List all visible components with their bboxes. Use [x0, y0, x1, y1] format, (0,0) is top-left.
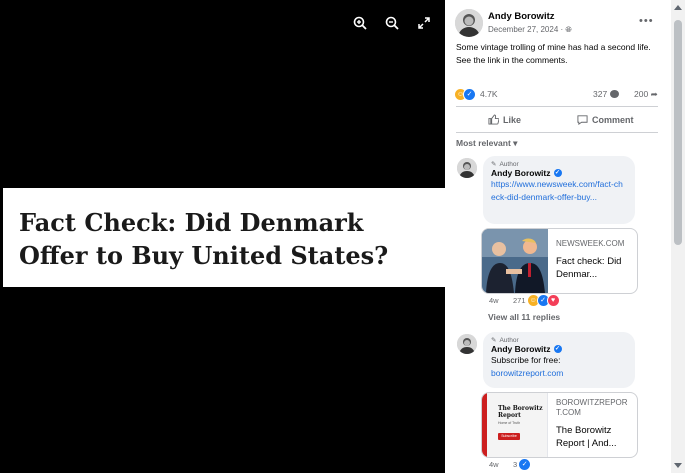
fullscreen-icon[interactable]	[415, 14, 433, 32]
commenter-avatar[interactable]	[457, 158, 477, 178]
author-avatar[interactable]	[455, 9, 483, 37]
comment-bubble: ✎ Author Andy Borowitz ✓ https://www.newsw…	[483, 156, 635, 224]
zoom-out-icon[interactable]	[383, 14, 401, 32]
link-domain: BOROWITZREPORT.COM	[556, 398, 628, 417]
link-preview-card[interactable]: The Borowitz Report Home of Truth Subscr…	[481, 392, 638, 458]
comment-icon	[577, 115, 588, 125]
share-count[interactable]: 200 ➦	[634, 89, 658, 100]
pencil-icon: ✎	[491, 337, 497, 344]
view-replies-link[interactable]: View all 11 replies	[488, 312, 560, 322]
verified-icon: ✓	[553, 345, 562, 353]
commenter-name[interactable]: Andy Borowitz ✓	[491, 168, 627, 178]
comment-age[interactable]: 4w	[489, 296, 499, 305]
author-badge: ✎ Author	[491, 336, 627, 345]
post-date[interactable]: December 27, 2024 · 🌐︎	[488, 25, 572, 35]
comment-reactions[interactable]: 3 ✓	[513, 458, 532, 471]
scroll-down-arrow-icon[interactable]	[674, 463, 682, 468]
more-options-icon[interactable]: •••	[639, 15, 654, 27]
comment-link[interactable]: borowitzreport.com	[491, 367, 627, 380]
share-arrow-icon: ➦	[650, 89, 658, 99]
link-domain: NEWSWEEK.COM	[556, 239, 625, 248]
viewer-toolbar	[351, 14, 433, 32]
share-count-value: 200	[634, 89, 649, 99]
link-title: Fact check: Did Denmar...	[556, 256, 622, 280]
link-preview-image: The Borowitz Report Home of Truth Subscr…	[482, 393, 548, 457]
scrollbar-thumb[interactable]	[674, 20, 682, 245]
scrollbar[interactable]	[671, 0, 685, 473]
post-panel: Andy Borowitz December 27, 2024 · 🌐︎ •••…	[445, 0, 685, 473]
link-preview-image	[482, 229, 548, 293]
comment-bubble-icon	[609, 90, 619, 98]
author-badge-label: Author	[499, 160, 519, 168]
link-preview-card[interactable]: NEWSWEEK.COM Fact check: Did Denmar...	[481, 228, 638, 294]
comment-link[interactable]: https://www.newsweek.com/fact-check-did-…	[491, 178, 627, 204]
sort-label: Most relevant	[456, 138, 511, 148]
scroll-up-arrow-icon[interactable]	[674, 5, 682, 10]
author-name[interactable]: Andy Borowitz	[488, 11, 555, 22]
comment-label: Comment	[592, 114, 634, 125]
comment-count-value: 327	[593, 89, 608, 99]
brand-title: The Borowitz Report	[498, 405, 543, 419]
post-text: Some vintage trolling of mine has had a …	[456, 42, 651, 65]
photo-headline: Fact Check: Did Denmark Offer to Buy Uni…	[19, 208, 389, 270]
like-reaction-icon: ✓	[463, 88, 476, 101]
reaction-summary[interactable]: ☺ ✓ 4.7K 327 200 ➦	[454, 87, 662, 103]
author-badge: ✎ Author	[491, 160, 627, 169]
comment-text: Subscribe for free:	[491, 355, 561, 365]
divider	[456, 132, 658, 133]
verified-icon: ✓	[553, 169, 562, 177]
sort-dropdown[interactable]: Most relevant ▾	[456, 138, 517, 149]
author-badge-label: Author	[499, 336, 519, 344]
thumbs-up-icon	[488, 114, 499, 125]
love-reaction-icon: ♥	[546, 294, 560, 307]
comment-reaction-count: 271	[513, 296, 526, 305]
brand-stripe	[482, 393, 487, 457]
comment-reactions[interactable]: 271 ☺ ✓ ♥	[513, 294, 560, 307]
post-photo[interactable]: Fact Check: Did Denmark Offer to Buy Uni…	[3, 188, 445, 287]
commenter-name[interactable]: Andy Borowitz ✓	[491, 344, 627, 354]
reaction-count: 4.7K	[480, 89, 498, 99]
zoom-in-icon[interactable]	[351, 14, 369, 32]
globe-icon: 🌐︎	[565, 25, 572, 34]
commenter-avatar[interactable]	[457, 334, 477, 354]
link-title: The Borowitz Report | And...	[556, 425, 617, 449]
commenter-name-text: Andy Borowitz	[491, 168, 551, 178]
pencil-icon: ✎	[491, 161, 497, 168]
like-label: Like	[503, 114, 522, 125]
comment-reaction-count: 3	[513, 460, 518, 469]
comment-button[interactable]: Comment	[577, 114, 634, 125]
like-reaction-icon: ✓	[518, 458, 532, 471]
brand-tagline: Home of Truth	[498, 421, 521, 425]
brand-subscribe-button: Subscribe	[498, 433, 520, 440]
comment-age[interactable]: 4w	[489, 460, 499, 469]
photo-viewer: Fact Check: Did Denmark Offer to Buy Uni…	[0, 0, 445, 473]
post-date-text: December 27, 2024 ·	[488, 25, 564, 34]
caret-down-icon: ▾	[513, 138, 518, 148]
comment-count[interactable]: 327	[593, 89, 619, 99]
like-button[interactable]: Like	[488, 114, 521, 125]
comment-bubble: ✎ Author Andy Borowitz ✓ Subscribe for fre…	[483, 332, 635, 388]
divider	[456, 106, 658, 107]
commenter-name-text: Andy Borowitz	[491, 344, 551, 354]
post-actions: Like Comment	[456, 110, 658, 130]
